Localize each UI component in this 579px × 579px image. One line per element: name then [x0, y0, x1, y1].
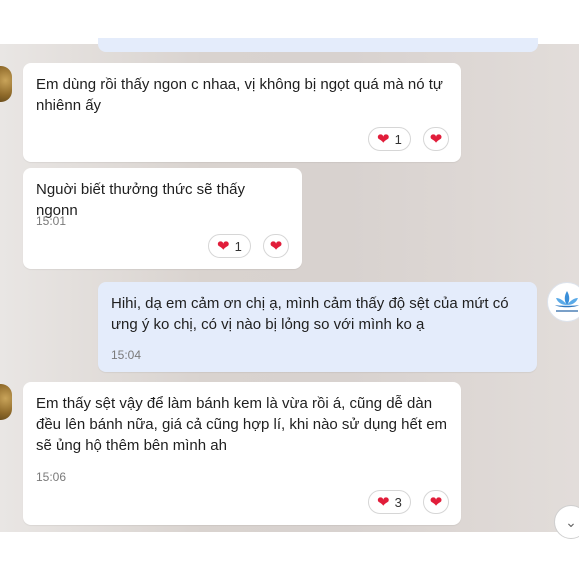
message-text: Hihi, dạ em cảm ơn chị ạ, mình cảm thấy … [111, 295, 509, 333]
previous-message-bubble [98, 38, 538, 52]
heart-icon: ❤ [429, 130, 443, 148]
reaction-count: 1 [234, 238, 242, 254]
sender-avatar[interactable] [0, 66, 12, 102]
heart-icon: ❤ [429, 493, 443, 511]
message-time: 15:04 [111, 348, 142, 362]
chevron-down-icon: ⌄ [565, 513, 577, 530]
message-bubble-3[interactable]: Hihi, dạ em cảm ơn chị ạ, mình cảm thấy … [98, 282, 537, 372]
heart-icon: ❤ [377, 130, 390, 148]
message-text: Nguời biết thưởng thức sẽ thấy ngonn [36, 181, 246, 219]
message-time: 15:06 [36, 470, 67, 484]
react-button[interactable]: ❤ [423, 490, 449, 514]
message-bubble-4[interactable]: Em thấy sệt vậy để làm bánh kem là vừa r… [23, 382, 461, 525]
heart-icon: ❤ [377, 493, 390, 511]
heart-icon: ❤ [269, 237, 283, 255]
react-button[interactable]: ❤ [423, 127, 449, 151]
message-text: Em dùng rồi thấy ngon c nhaa, vị không b… [36, 76, 443, 114]
message-time: 15:01 [36, 214, 67, 228]
reaction-count: 1 [394, 131, 402, 147]
reaction-summary[interactable]: ❤ 1 [208, 234, 251, 258]
reaction-summary[interactable]: ❤ 1 [368, 127, 411, 151]
message-bubble-2[interactable]: Nguời biết thưởng thức sẽ thấy ngonn 15:… [23, 168, 302, 269]
lotus-logo-icon [555, 291, 579, 312]
reaction-count: 3 [394, 494, 402, 510]
sender-avatar[interactable] [0, 384, 12, 420]
reaction-summary[interactable]: ❤ 3 [368, 490, 411, 514]
bottom-area [0, 532, 579, 579]
message-bubble-1[interactable]: Em dùng rồi thấy ngon c nhaa, vị không b… [23, 63, 461, 162]
react-button[interactable]: ❤ [263, 234, 289, 258]
my-avatar[interactable] [547, 282, 579, 322]
message-text: Em thấy sệt vậy để làm bánh kem là vừa r… [36, 395, 448, 454]
heart-icon: ❤ [217, 237, 230, 255]
